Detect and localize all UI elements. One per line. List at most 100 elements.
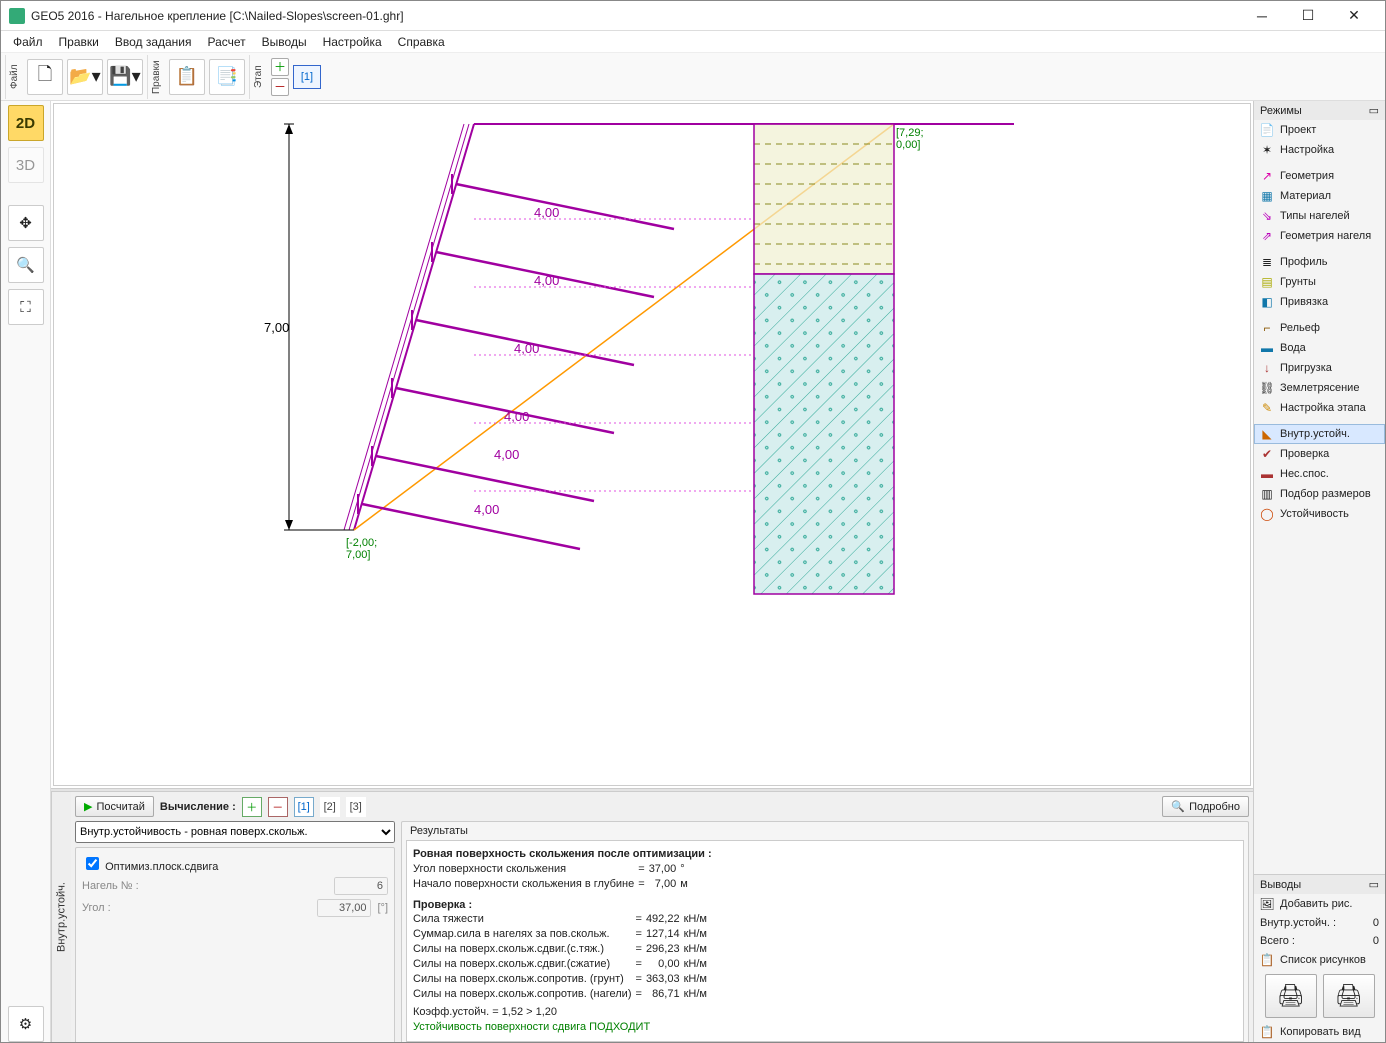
pan-tool-button[interactable]: ✥ — [8, 205, 44, 241]
copy-view-button[interactable]: 📋Копировать вид — [1254, 1022, 1385, 1042]
save-file-button[interactable]: 💾▾ — [107, 59, 143, 95]
mode-item-11[interactable]: ↓ Пригрузка — [1254, 358, 1385, 378]
mode-item-17[interactable]: ▥Подбор размеров — [1254, 484, 1385, 504]
mode-item-2[interactable]: ↗ Геометрия — [1254, 166, 1385, 186]
mode-icon: ✶ — [1260, 143, 1274, 157]
analysis-type-select[interactable]: Внутр.устойчивость - ровная поверх.сколь… — [75, 821, 395, 843]
mode-item-13[interactable]: ✎Настройка этапа — [1254, 398, 1385, 418]
mode-icon: ⌐ — [1260, 321, 1274, 335]
print-button-1[interactable]: 🖨 — [1265, 974, 1317, 1018]
mode-item-9[interactable]: ⌐Рельеф — [1254, 318, 1385, 338]
dim-height: 7,00 — [264, 320, 289, 335]
zoom-region-button[interactable]: 🔍 — [8, 247, 44, 283]
svg-text:4,00: 4,00 — [504, 409, 529, 424]
nail-no-label: Нагель № : — [82, 880, 139, 892]
analysis-tab-3[interactable]: [3] — [346, 797, 366, 817]
nail-no-field — [334, 877, 388, 895]
optimize-checkbox-label[interactable]: Оптимиз.плоск.сдвига — [82, 854, 218, 873]
modes-collapse-button[interactable]: ▭ — [1369, 104, 1379, 117]
mode-item-3[interactable]: ▦Материал — [1254, 186, 1385, 206]
toolbar: Файл 🗋 📂▾ 💾▾ Правки 📋 📑 Этап ＋ － [1] — [1, 53, 1385, 101]
mode-label: Типы нагелей — [1280, 210, 1350, 222]
svg-text:4,00: 4,00 — [534, 273, 559, 288]
point-bottom-label: [-2,00;7,00] — [346, 537, 377, 561]
close-button[interactable]: ✕ — [1331, 1, 1377, 31]
open-file-button[interactable]: 📂▾ — [67, 59, 103, 95]
angle-field — [317, 899, 371, 917]
mode-label: Геометрия — [1280, 170, 1334, 182]
mode-icon: ✎ — [1260, 401, 1274, 415]
analysis-tab-2[interactable]: [2] — [320, 797, 340, 817]
mode-label: Пригрузка — [1280, 362, 1332, 374]
mode-label: Проверка — [1280, 448, 1329, 460]
modes-panel-header: Режимы▭ — [1254, 101, 1385, 120]
mode-icon: ⛓ — [1260, 381, 1274, 395]
mode-item-12[interactable]: ⛓ Землетрясение — [1254, 378, 1385, 398]
frame-tab-label[interactable]: Внутр.устойч. — [51, 792, 71, 1042]
out-row1-value: 0 — [1373, 917, 1379, 929]
print-button-2[interactable]: 🖨 — [1323, 974, 1375, 1018]
stage-tab-1[interactable]: [1] — [293, 65, 321, 89]
paste-button[interactable]: 📑 — [209, 59, 245, 95]
zoom-extents-button[interactable]: ⛶ — [8, 289, 44, 325]
mode-item-18[interactable]: ◯Устойчивость — [1254, 504, 1385, 524]
add-stage-button[interactable]: ＋ — [271, 58, 289, 76]
optimize-checkbox[interactable] — [86, 857, 99, 870]
menu-settings[interactable]: Настройка — [317, 33, 388, 51]
copy-button[interactable]: 📋 — [169, 59, 205, 95]
mode-item-7[interactable]: ▤Грунты — [1254, 272, 1385, 292]
mode-icon: ◯ — [1260, 507, 1274, 521]
mode-icon: ▬ — [1260, 467, 1274, 481]
window-title: GEO5 2016 - Нагельное крепление [C:\Nail… — [31, 9, 1239, 23]
out-row1-label: Внутр.устойч. : — [1260, 917, 1336, 929]
add-analysis-button[interactable]: ＋ — [242, 797, 262, 817]
mode-icon: ↗ — [1260, 169, 1274, 183]
mode-item-8[interactable]: ◧Привязка — [1254, 292, 1385, 312]
analysis-tab-1[interactable]: [1] — [294, 797, 314, 817]
remove-stage-button[interactable]: － — [271, 78, 289, 96]
mode-item-10[interactable]: ▬Вода — [1254, 338, 1385, 358]
maximize-button[interactable]: ☐ — [1285, 1, 1331, 31]
menu-input[interactable]: Ввод задания — [109, 33, 198, 51]
settings-button[interactable]: ⚙ — [8, 1006, 44, 1042]
mode-label: Внутр.устойч. — [1280, 428, 1350, 440]
title-bar: GEO5 2016 - Нагельное крепление [C:\Nail… — [1, 1, 1385, 31]
svg-text:4,00: 4,00 — [514, 341, 539, 356]
svg-text:4,00: 4,00 — [534, 205, 559, 220]
outputs-collapse-button[interactable]: ▭ — [1369, 878, 1379, 891]
mode-label: Привязка — [1280, 296, 1328, 308]
minimize-button[interactable]: ─ — [1239, 1, 1285, 31]
mode-icon: ↓ — [1260, 361, 1274, 375]
picture-list-button[interactable]: 📋Список рисунков — [1254, 950, 1385, 970]
mode-icon: ≣ — [1260, 255, 1274, 269]
mode-label: Грунты — [1280, 276, 1316, 288]
view-3d-button: 3D — [8, 147, 44, 183]
drawing-canvas[interactable]: 7,00 — [53, 103, 1251, 786]
new-file-button[interactable]: 🗋 — [27, 59, 63, 95]
view-2d-button[interactable]: 2D — [8, 105, 44, 141]
angle-label: Угол : — [82, 902, 111, 914]
remove-analysis-button[interactable]: － — [268, 797, 288, 817]
mode-item-1[interactable]: ✶Настройка — [1254, 140, 1385, 160]
menu-calc[interactable]: Расчет — [202, 33, 252, 51]
mode-label: Геометрия нагеля — [1280, 230, 1371, 242]
menu-edit[interactable]: Правки — [53, 33, 105, 51]
mode-label: Проект — [1280, 124, 1316, 136]
mode-icon: 📄 — [1260, 123, 1274, 137]
mode-item-6[interactable]: ≣Профиль — [1254, 252, 1385, 272]
menu-output[interactable]: Выводы — [256, 33, 313, 51]
menu-file[interactable]: Файл — [7, 33, 49, 51]
mode-item-14[interactable]: ◣Внутр.устойч. — [1254, 424, 1385, 444]
add-picture-button[interactable]: 🖼Добавить рис. — [1254, 894, 1385, 914]
mode-label: Землетрясение — [1280, 382, 1359, 394]
mode-item-15[interactable]: ✔Проверка — [1254, 444, 1385, 464]
mode-icon: ▥ — [1260, 487, 1274, 501]
mode-item-0[interactable]: 📄 Проект — [1254, 120, 1385, 140]
menu-help[interactable]: Справка — [392, 33, 451, 51]
mode-item-16[interactable]: ▬Нес.спос. — [1254, 464, 1385, 484]
calculate-button[interactable]: ▶Посчитай — [75, 796, 154, 817]
results-header: Результаты — [402, 822, 1248, 840]
mode-item-4[interactable]: ⇘Типы нагелей — [1254, 206, 1385, 226]
details-button[interactable]: 🔍Подробно — [1162, 796, 1249, 817]
mode-item-5[interactable]: ⇗Геометрия нагеля — [1254, 226, 1385, 246]
